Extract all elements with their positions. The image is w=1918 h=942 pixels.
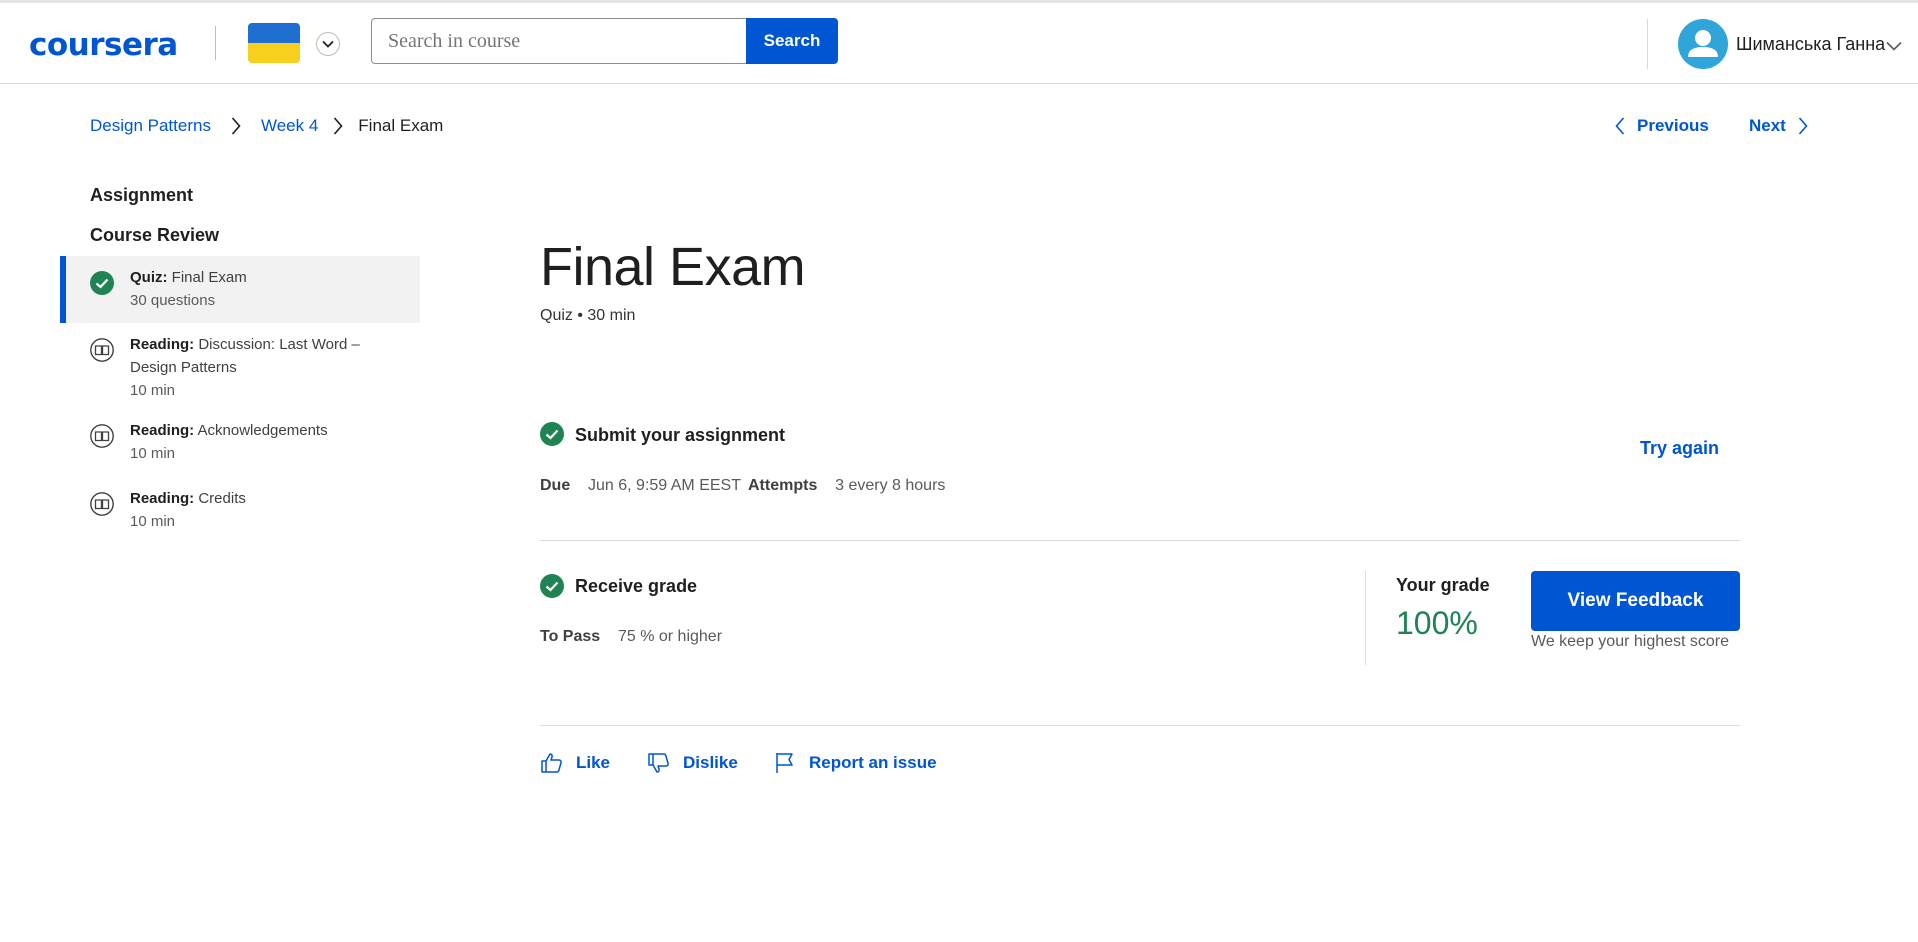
view-feedback-button[interactable]: View Feedback (1531, 571, 1740, 631)
pass-label: To Pass (540, 628, 601, 645)
completed-check-icon (540, 422, 564, 446)
next-label: Next (1749, 116, 1786, 135)
book-icon (90, 338, 114, 362)
breadcrumb: Design Patterns Week 4 Final Exam (90, 115, 443, 137)
item-meta: 30 questions (130, 292, 216, 309)
page-title: Final Exam (540, 237, 806, 297)
chevron-down-icon[interactable] (316, 32, 340, 56)
chevron-left-icon (1615, 117, 1625, 135)
your-grade-value: 100% (1396, 605, 1478, 641)
receive-grade-title: Receive grade (575, 576, 698, 596)
logo-divider (215, 26, 216, 60)
item-title: Credits (198, 490, 246, 507)
thumbs-up-icon (541, 753, 562, 773)
ukraine-flag-icon[interactable] (248, 23, 300, 63)
due-value: Jun 6, 9:59 AM EEST (588, 477, 741, 494)
user-menu-chevron-icon[interactable] (1886, 38, 1902, 56)
item-kind: Reading: (130, 422, 195, 439)
user-name[interactable]: Шиманська Ганна (1736, 34, 1885, 55)
dislike-label: Dislike (683, 753, 738, 772)
breadcrumb-course-link[interactable]: Design Patterns (90, 116, 211, 136)
sidebar-group-title: Course Review (90, 225, 220, 245)
item-meta: 10 min (130, 382, 176, 399)
due-info: Due Jun 6, 9:59 AM EEST (540, 477, 741, 495)
submit-assignment-title: Submit your assignment (575, 425, 786, 445)
pass-info: To Pass 75 % or higher (540, 628, 722, 646)
previous-button[interactable]: Previous (1615, 116, 1709, 136)
due-label: Due (540, 477, 571, 494)
next-button[interactable]: Next (1749, 116, 1808, 136)
search-button[interactable]: Search (746, 18, 838, 64)
header: coursera Search Шиманська Ганна (0, 3, 1918, 84)
sidebar-item-credits[interactable]: Reading: Credits 10 min (60, 477, 420, 545)
item-meta: 10 min (130, 513, 176, 530)
sidebar-item-final-exam[interactable]: Quiz: Final Exam 30 questions (60, 256, 420, 323)
like-label: Like (576, 753, 611, 772)
item-title: Acknowledgements (197, 422, 328, 439)
book-icon (90, 492, 114, 516)
report-label: Report an issue (809, 753, 937, 772)
thumbs-down-icon (648, 753, 669, 773)
attempts-info: Attempts 3 every 8 hours (748, 477, 945, 495)
dislike-button[interactable]: Dislike (647, 751, 738, 775)
flag-icon (776, 753, 793, 773)
item-kind: Reading: (130, 336, 195, 353)
chevron-right-icon (318, 117, 358, 135)
attempts-label: Attempts (748, 477, 818, 494)
pass-value: 75 % or higher (617, 628, 723, 645)
grade-divider (1365, 571, 1366, 665)
header-divider (1647, 19, 1648, 69)
sidebar-section-title: Assignment (90, 185, 194, 205)
try-again-button[interactable]: Try again (1640, 438, 1719, 459)
avatar[interactable] (1678, 19, 1728, 69)
your-grade-label: Your grade (1396, 575, 1490, 595)
previous-label: Previous (1637, 116, 1709, 135)
breadcrumb-current: Final Exam (358, 116, 444, 135)
report-issue-button[interactable]: Report an issue (773, 751, 937, 775)
item-kind: Quiz: (130, 269, 168, 286)
item-kind: Reading: (130, 490, 195, 507)
section-divider (540, 725, 1740, 726)
search-input[interactable] (371, 18, 747, 64)
chevron-right-icon (211, 117, 261, 135)
section-divider (540, 540, 1740, 541)
page-subtitle: Quiz • 30 min (540, 307, 636, 324)
breadcrumb-week-link[interactable]: Week 4 (261, 116, 318, 136)
user-icon (1688, 30, 1718, 57)
item-meta: 10 min (130, 445, 176, 462)
highest-score-note: We keep your highest score (1531, 633, 1730, 650)
item-title: Final Exam (171, 269, 247, 286)
coursera-logo[interactable]: coursera (29, 27, 178, 63)
sidebar-item-discussion[interactable]: Reading: Discussion: Last Word – Design … (60, 323, 420, 409)
sidebar-item-acknowledgements[interactable]: Reading: Acknowledgements 10 min (60, 409, 420, 477)
chevron-right-icon (1798, 117, 1808, 135)
attempts-value: 3 every 8 hours (835, 477, 946, 494)
book-icon (90, 424, 114, 448)
completed-check-icon (540, 574, 564, 598)
like-button[interactable]: Like (540, 751, 610, 775)
completed-check-icon (90, 271, 114, 295)
